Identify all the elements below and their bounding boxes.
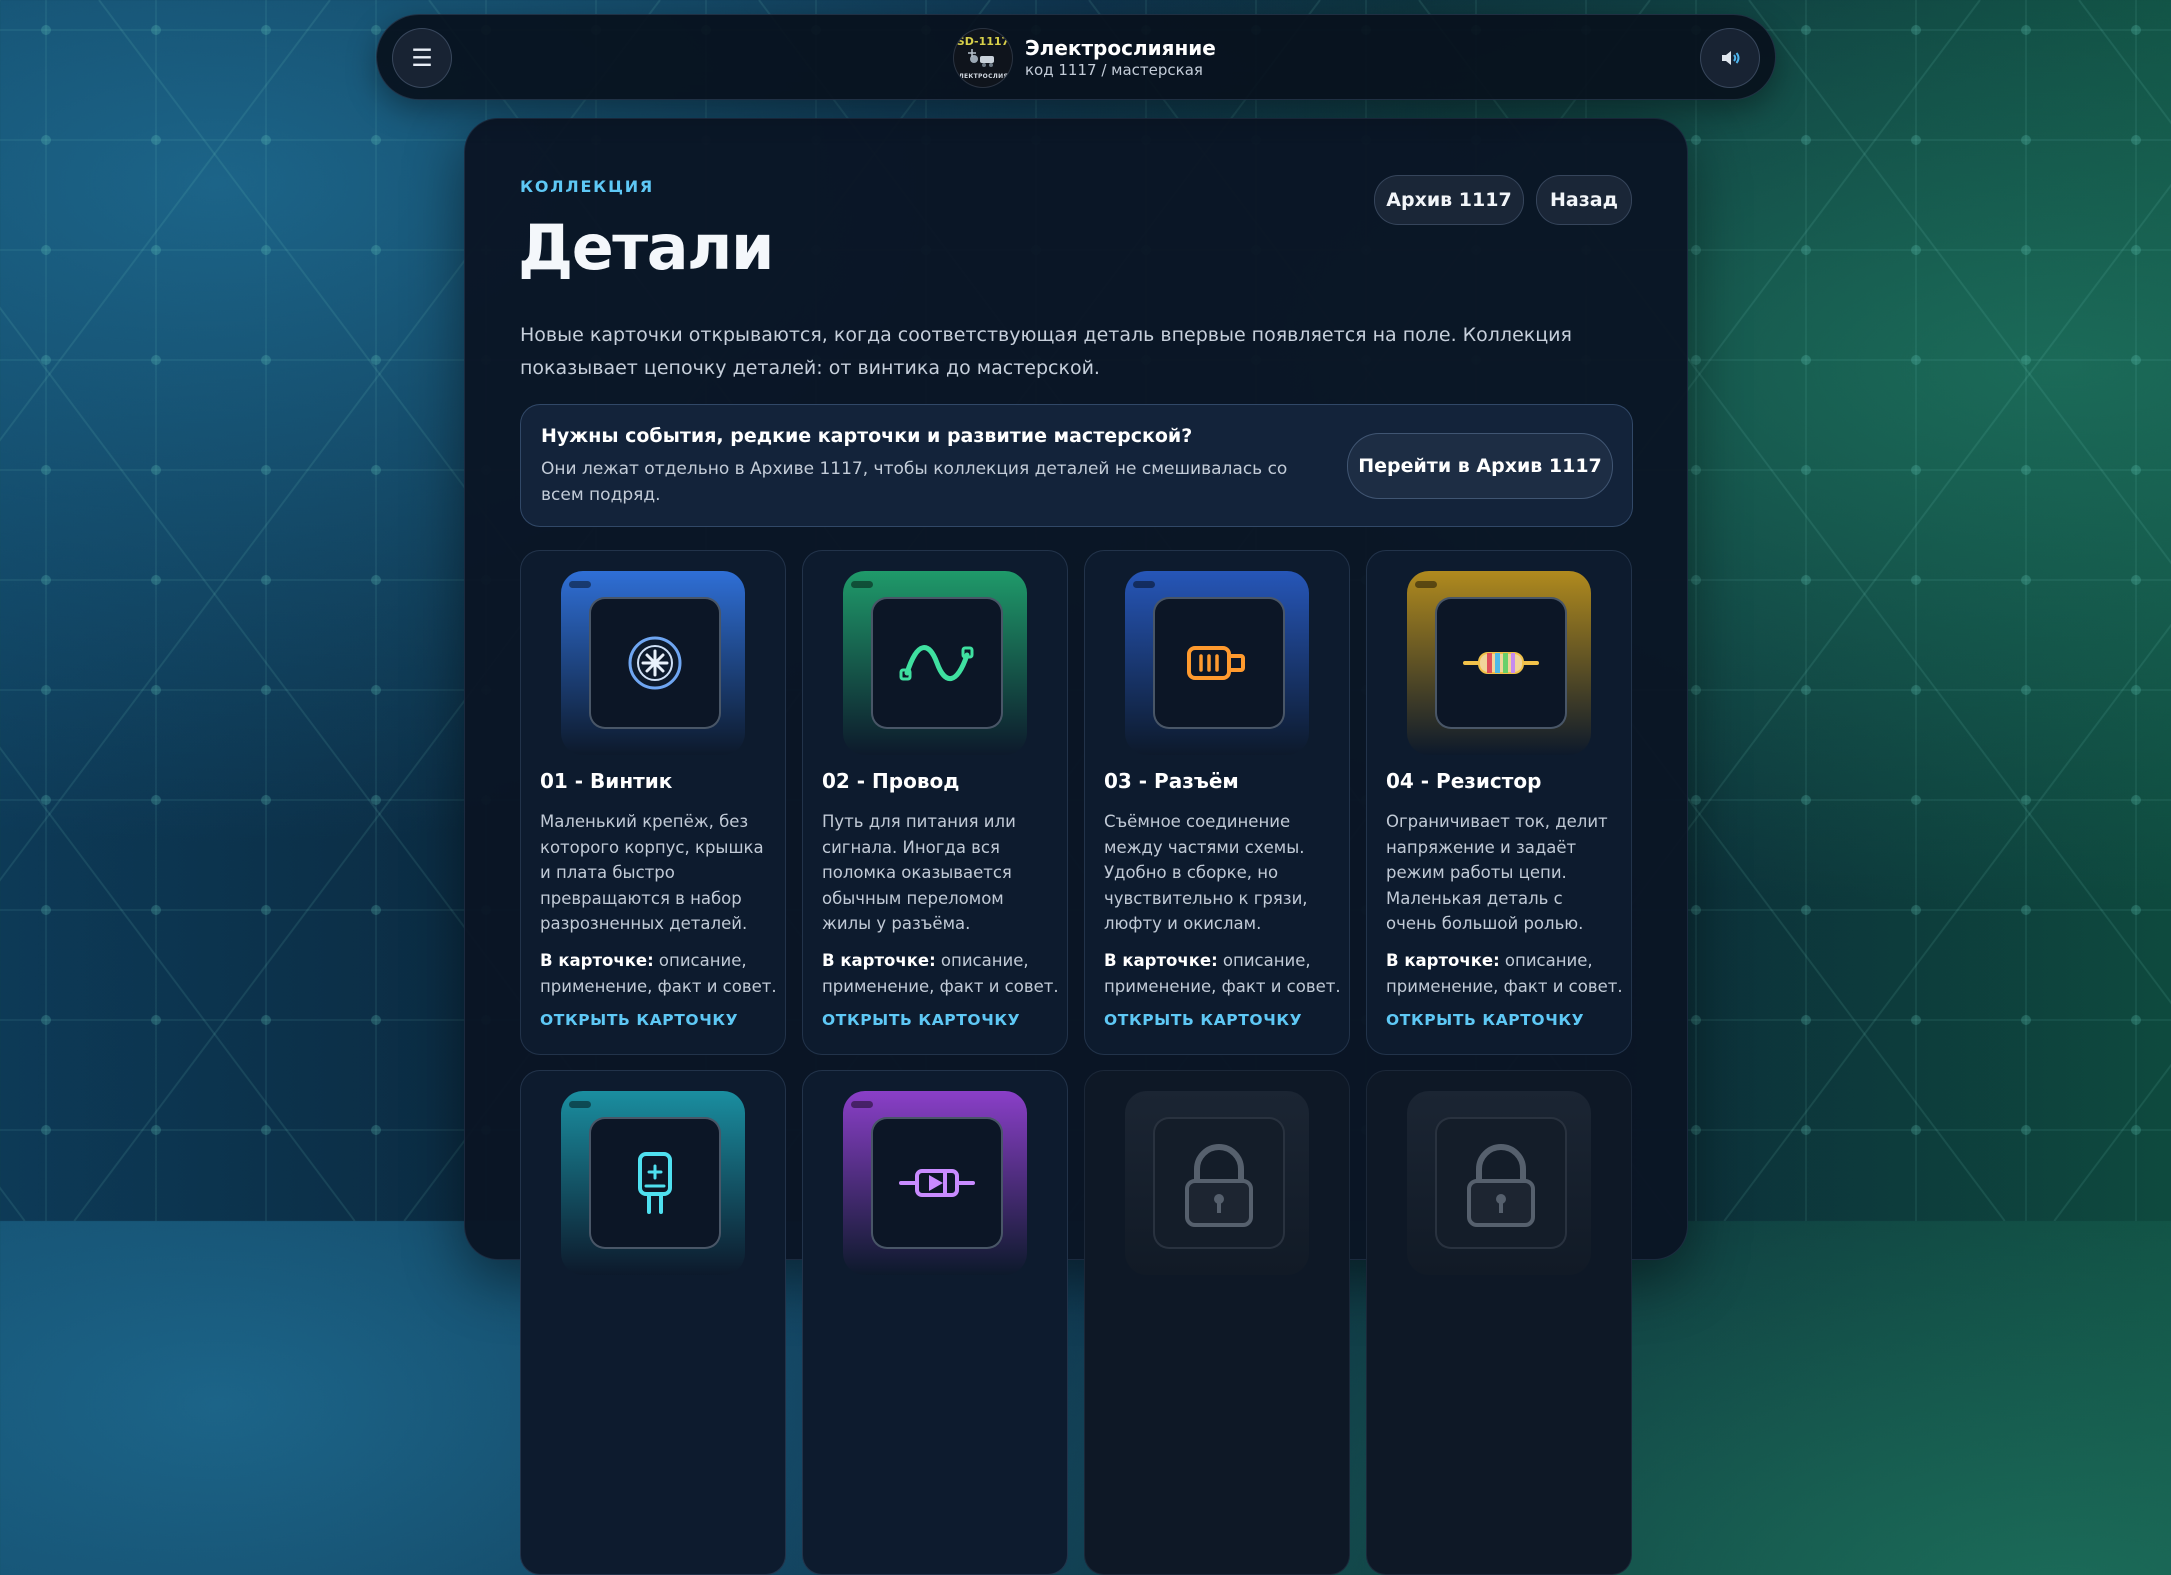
speaker-icon [1722, 51, 1740, 65]
brand: SD-1117 ЭЛЕКТРОСЛИЯНИЕ Электрослияние ко… [953, 28, 1216, 88]
card-art [843, 571, 1027, 755]
banner-text: Они лежат отдельно в Архиве 1117, чтобы … [541, 459, 1288, 505]
card-resistor[interactable]: 04 - Резистор Ограничивает ток, делит на… [1366, 550, 1632, 1055]
wire-icon [899, 645, 974, 682]
banner-title: Нужны события, редкие карточки и развити… [541, 425, 1193, 447]
diode-icon [899, 1169, 975, 1197]
screw-icon [628, 636, 682, 690]
card-screw[interactable]: 01 - Винтик Маленький крепёж, без которо… [520, 550, 786, 1055]
sound-button[interactable] [1700, 28, 1760, 88]
intro-text: Новые карточки открываются, когда соотве… [520, 324, 1572, 379]
card-art [1407, 1091, 1591, 1275]
top-bar: ☰ SD-1117 ЭЛЕКТРОСЛИЯНИЕ Электрослияние … [376, 14, 1776, 100]
menu-button[interactable]: ☰ [392, 28, 452, 88]
card-art [561, 571, 745, 755]
card-art [1125, 1091, 1309, 1275]
collection-panel: КОЛЛЕКЦИЯ Детали Архив 1117 Назад Новые … [464, 118, 1688, 1575]
hamburger-icon: ☰ [411, 44, 433, 72]
card-title: 03 - Разъём [1104, 769, 1239, 793]
connector-icon [1187, 646, 1245, 680]
card-description: Путь для питания или сигнала. Иногда вся… [822, 812, 1016, 933]
go-to-archive-button[interactable]: Перейти в Архив 1117 [1347, 433, 1613, 499]
card-description: Маленький крепёж, без которого корпус, к… [540, 812, 764, 933]
card-meta: В карточке: описание, применение, факт и… [1104, 951, 1341, 996]
lock-icon [1185, 1144, 1253, 1227]
card-connector[interactable]: 03 - Разъём Съёмное соединение между час… [1084, 550, 1350, 1055]
card-description: Ограничивает ток, делит напряжение и зад… [1386, 812, 1608, 933]
archive-button[interactable]: Архив 1117 [1374, 175, 1524, 225]
card-description: Съёмное соединение между частями схемы. … [1104, 812, 1308, 933]
card-art [843, 1091, 1027, 1275]
capacitor-icon [638, 1152, 672, 1214]
app-title: Электрослияние [1025, 36, 1216, 60]
card-title: 01 - Винтик [540, 769, 673, 793]
open-card-link[interactable]: ОТКРЫТЬ КАРТОЧКУ [1386, 1011, 1584, 1029]
back-button[interactable]: Назад [1536, 175, 1632, 225]
card-meta: В карточке: описание, применение, факт и… [822, 951, 1059, 996]
lock-icon [1467, 1144, 1535, 1227]
open-card-link[interactable]: ОТКРЫТЬ КАРТОЧКУ [822, 1011, 1020, 1029]
card-art [1125, 571, 1309, 755]
page-title: Детали [518, 211, 774, 284]
card-locked [1084, 1070, 1350, 1575]
card-art [1407, 571, 1591, 755]
card-capacitor[interactable] [520, 1070, 786, 1575]
section-eyebrow: КОЛЛЕКЦИЯ [520, 177, 655, 196]
open-card-link[interactable]: ОТКРЫТЬ КАРТОЧКУ [1104, 1011, 1302, 1029]
card-meta: В карточке: описание, применение, факт и… [540, 951, 777, 996]
open-card-link[interactable]: ОТКРЫТЬ КАРТОЧКУ [540, 1011, 738, 1029]
app-subtitle: код 1117 / мастерская [1025, 61, 1203, 79]
card-locked [1366, 1070, 1632, 1575]
card-wire[interactable]: 02 - Провод Путь для питания или сигнала… [802, 550, 1068, 1055]
resistor-icon [1463, 652, 1539, 674]
card-title: 02 - Провод [822, 769, 960, 793]
logo: SD-1117 ЭЛЕКТРОСЛИЯНИЕ [953, 28, 1013, 88]
card-meta: В карточке: описание, применение, факт и… [1386, 951, 1623, 996]
logo-bottom-text: ЭЛЕКТРОСЛИЯНИЕ [954, 73, 1013, 80]
archive-banner: Нужны события, редкие карточки и развити… [520, 404, 1633, 527]
card-art [561, 1091, 745, 1275]
card-title: 04 - Резистор [1386, 769, 1542, 793]
card-diode[interactable] [802, 1070, 1068, 1575]
